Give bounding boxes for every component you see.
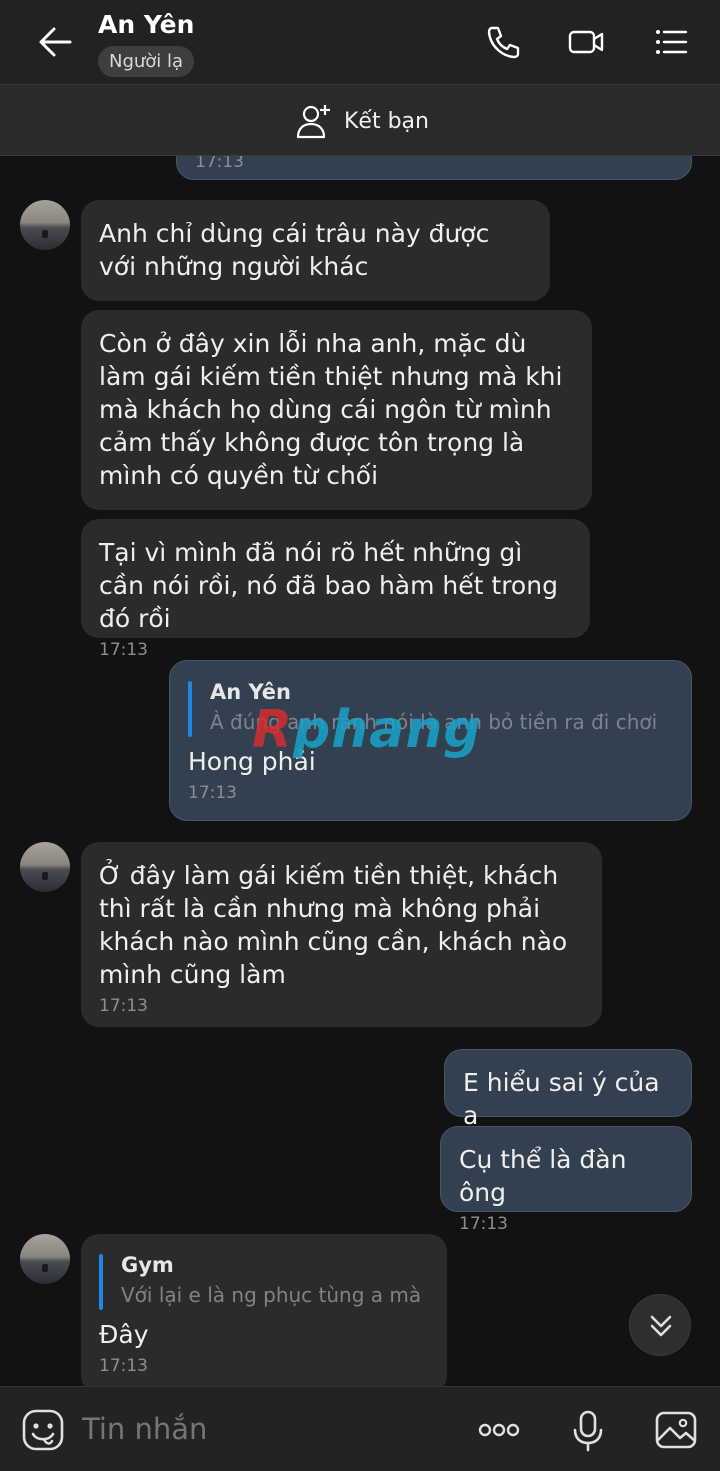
message-text: Còn ở đây xin lỗi nha anh, mặc dù làm gá… <box>99 329 563 490</box>
more-dots-icon <box>478 1423 520 1437</box>
quote-author: Gym <box>121 1253 174 1277</box>
quote-text: Với lại e là ng phục tùng a mà <box>121 1283 422 1307</box>
message-time: 17:13 <box>459 1214 508 1234</box>
message-composer <box>0 1386 720 1471</box>
avatar[interactable] <box>20 842 70 892</box>
avatar[interactable] <box>20 1234 70 1284</box>
message-text: Anh chỉ dùng cái trâu này được với những… <box>99 219 490 281</box>
back-button[interactable] <box>28 18 84 66</box>
video-call-button[interactable] <box>566 22 606 62</box>
sticker-button[interactable] <box>20 1407 66 1453</box>
phone-icon <box>487 26 520 59</box>
message-input[interactable] <box>82 1409 442 1449</box>
add-friend-label: Kết bạn <box>344 108 429 134</box>
message-time: 17:13 <box>99 640 148 660</box>
video-camera-icon <box>568 30 604 54</box>
more-options-button[interactable] <box>476 1407 522 1453</box>
add-user-icon <box>296 105 330 139</box>
message-bubble-incoming[interactable]: Anh chỉ dùng cái trâu này được với những… <box>81 200 550 301</box>
message-bubble-outgoing[interactable]: Cụ thể là đàn ông 17:13 <box>440 1126 692 1234</box>
message-bubble-incoming[interactable]: Gym Với lại e là ng phục tùng a mà Đây 1… <box>81 1234 447 1394</box>
double-chevron-down-icon <box>650 1315 672 1337</box>
back-arrow-icon <box>39 27 72 57</box>
message-text: Đây <box>99 1320 149 1349</box>
voice-message-button[interactable] <box>565 1407 611 1453</box>
add-friend-bar-overlay: Kết bạn <box>0 84 720 156</box>
call-button[interactable] <box>483 22 523 62</box>
image-gallery-icon <box>655 1411 697 1449</box>
avatar[interactable] <box>20 200 70 250</box>
message-bubble-incoming[interactable]: Còn ở đây xin lỗi nha anh, mặc dù làm gá… <box>81 310 592 510</box>
chat-header: An Yên Người lạ <box>0 0 720 84</box>
add-friend-button-overlay[interactable]: Kết bạn <box>294 101 429 141</box>
message-bubble-incoming[interactable]: Tại vì mình đã nói rõ hết những gì cần n… <box>81 519 590 660</box>
reply-quote[interactable]: Gym Với lại e là ng phục tùng a mà <box>99 1250 429 1310</box>
message-text: E hiểu sai ý của a <box>463 1068 660 1130</box>
watermark-logo: Rphang <box>252 700 482 760</box>
message-time: 17:13 <box>99 996 148 1016</box>
microphone-icon <box>573 1410 603 1452</box>
options-button[interactable] <box>651 22 691 62</box>
sticker-emoji-icon <box>22 1409 64 1451</box>
contact-name[interactable]: An Yên <box>98 10 194 39</box>
image-picker-button[interactable] <box>653 1407 699 1453</box>
message-text: Tại vì mình đã nói rõ hết những gì cần n… <box>99 538 558 633</box>
message-bubble-outgoing[interactable]: E hiểu sai ý của a <box>444 1049 692 1130</box>
stranger-badge: Người lạ <box>98 46 195 77</box>
message-text: Cụ thể là đàn ông <box>459 1145 627 1207</box>
list-menu-icon <box>656 30 688 54</box>
message-bubble-incoming[interactable]: Ở đây làm gái kiếm tiền thiệt, khách thì… <box>81 842 602 1027</box>
scroll-to-bottom-button[interactable] <box>629 1294 691 1356</box>
message-time: 17:13 <box>99 1356 148 1376</box>
message-text: Ở đây làm gái kiếm tiền thiệt, khách thì… <box>99 861 568 989</box>
message-time: 17:13 <box>188 783 237 803</box>
